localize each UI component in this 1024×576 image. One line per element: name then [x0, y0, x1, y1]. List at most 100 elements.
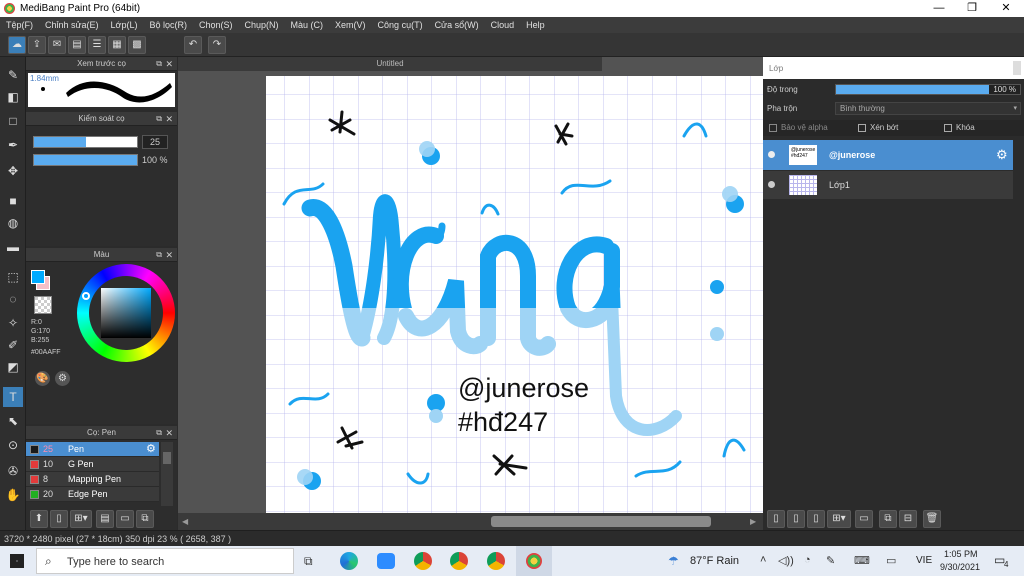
- text-tool-icon[interactable]: T: [3, 387, 23, 407]
- taskbar-search[interactable]: ⌕ Type here to search: [36, 548, 294, 574]
- lock-checkbox[interactable]: [944, 124, 952, 132]
- eyedropper-icon[interactable]: ✇: [3, 461, 23, 481]
- chevron-up-icon[interactable]: ˄: [760, 554, 766, 566]
- menu-color[interactable]: Màu (C): [291, 20, 324, 30]
- brush-list-icon[interactable]: ▤: [96, 510, 114, 528]
- folder-icon[interactable]: ▭: [116, 510, 134, 528]
- new-brush-icon[interactable]: ▯: [50, 510, 68, 528]
- detach-icon[interactable]: ⧉: [156, 248, 162, 262]
- minimize-button[interactable]: —: [922, 0, 956, 17]
- folder-icon[interactable]: ▭: [855, 510, 873, 528]
- rect-tool-icon[interactable]: □: [3, 111, 23, 131]
- panel-close-icon[interactable]: ✕: [165, 426, 173, 440]
- protect-alpha-checkbox[interactable]: [769, 124, 777, 132]
- layer-row[interactable]: Lớp1: [763, 171, 1013, 199]
- scroll-right-icon[interactable]: ▶: [750, 517, 756, 526]
- brush-size-slider[interactable]: [33, 136, 138, 148]
- detach-icon[interactable]: ⧉: [156, 57, 162, 71]
- keyboard-icon[interactable]: ⌨: [854, 554, 870, 567]
- medibang-taskbar-item[interactable]: [516, 546, 552, 576]
- grid-icon[interactable]: ▩: [128, 36, 146, 54]
- brush-tool-icon[interactable]: ✎: [3, 65, 23, 85]
- windows-start-icon[interactable]: [10, 554, 24, 568]
- clipping-checkbox[interactable]: [858, 124, 866, 132]
- primary-color-swatch[interactable]: [31, 270, 45, 284]
- duplicate-icon[interactable]: ⧉: [136, 510, 154, 528]
- grid-list-icon[interactable]: ▦: [108, 36, 126, 54]
- operation-tool-icon[interactable]: ⬉: [3, 411, 23, 431]
- select-pen-icon[interactable]: ✐: [3, 335, 23, 355]
- chrome-icon[interactable]: [414, 552, 432, 570]
- detach-icon[interactable]: ⧉: [156, 426, 162, 440]
- menu-file[interactable]: Tệp(F): [6, 20, 33, 30]
- undo-icon[interactable]: ↶: [184, 36, 202, 54]
- brush-list-item[interactable]: 20 Edge Pen: [26, 487, 159, 502]
- bucket-tool-icon[interactable]: ◍: [3, 213, 23, 233]
- eye-icon[interactable]: [768, 151, 775, 158]
- input-language[interactable]: VIE: [916, 555, 932, 566]
- layer-name[interactable]: @junerose: [829, 150, 875, 160]
- gear-icon[interactable]: ⚙: [146, 442, 156, 455]
- menu-layer[interactable]: Lớp(L): [111, 20, 138, 30]
- panel-close-icon[interactable]: ✕: [165, 112, 173, 126]
- hand-tool-icon[interactable]: ✋: [3, 485, 23, 505]
- menu-help[interactable]: Help: [526, 20, 545, 30]
- comment-icon[interactable]: ✉: [48, 36, 66, 54]
- lasso-tool-icon[interactable]: ◌: [3, 289, 23, 309]
- redo-icon[interactable]: ↷: [208, 36, 226, 54]
- brush-list-scrollbar[interactable]: [161, 442, 173, 506]
- page-icon[interactable]: ▤: [68, 36, 86, 54]
- scroll-thumb[interactable]: [491, 516, 711, 527]
- hue-handle[interactable]: [82, 292, 90, 300]
- menu-cloud[interactable]: Cloud: [491, 20, 515, 30]
- saturation-value-square[interactable]: [101, 288, 151, 338]
- new-layer-icon[interactable]: ▯: [767, 510, 785, 528]
- select-tool-icon[interactable]: ⬚: [3, 267, 23, 287]
- panel-close-icon[interactable]: ✕: [165, 57, 173, 71]
- eye-icon[interactable]: [768, 181, 775, 188]
- list-icon[interactable]: ☰: [88, 36, 106, 54]
- clock-time[interactable]: 1:05 PM: [944, 549, 978, 559]
- brush-size-value[interactable]: 25: [142, 135, 168, 149]
- layers-scroll-icon[interactable]: [1013, 61, 1021, 75]
- pen-workspace-icon[interactable]: ✎: [826, 554, 835, 567]
- palette-settings-icon[interactable]: ⚙: [55, 371, 70, 386]
- duplicate-layer-icon[interactable]: ⧉: [879, 510, 897, 528]
- transparent-swatch[interactable]: [34, 296, 52, 314]
- volume-icon[interactable]: ◁)): [778, 554, 794, 567]
- chrome-profile-icon[interactable]: [487, 552, 505, 570]
- palette-icon[interactable]: 🎨: [35, 371, 50, 386]
- brush-list-item[interactable]: 25 Pen ⚙: [26, 442, 159, 457]
- task-view-icon[interactable]: ⧉: [304, 554, 313, 569]
- edge-browser-icon[interactable]: [340, 552, 358, 570]
- zoom-app-icon[interactable]: [377, 553, 395, 569]
- select-eraser-icon[interactable]: ◩: [3, 357, 23, 377]
- new-halftone-layer-icon[interactable]: ▯: [787, 510, 805, 528]
- panel-close-icon[interactable]: ✕: [165, 248, 173, 262]
- gradient-tool-icon[interactable]: ▬: [3, 237, 23, 257]
- trash-icon[interactable]: 🗑: [923, 510, 941, 528]
- chrome-profile-icon[interactable]: [450, 552, 468, 570]
- menu-select[interactable]: Chọn(S): [199, 20, 233, 30]
- merge-layer-icon[interactable]: ⊟: [899, 510, 917, 528]
- network-icon[interactable]: ◔: [804, 554, 811, 566]
- menu-view[interactable]: Xem(V): [335, 20, 366, 30]
- close-button[interactable]: ✕: [989, 0, 1023, 17]
- drawing-canvas[interactable]: @junerose #hđ247: [266, 76, 763, 513]
- blend-mode-select[interactable]: Bình thường ▾: [835, 102, 1021, 115]
- weather-text[interactable]: 87°F Rain: [690, 555, 739, 567]
- brush-menu-icon[interactable]: ⊞▾: [70, 510, 92, 528]
- share-icon[interactable]: ⇪: [28, 36, 46, 54]
- menu-tools[interactable]: Công cụ(T): [378, 20, 423, 30]
- blur-tool-icon[interactable]: ⊙: [3, 435, 23, 455]
- pen-tool-icon[interactable]: ✒: [3, 135, 23, 155]
- menu-capture[interactable]: Chụp(N): [245, 20, 279, 30]
- clock-date[interactable]: 9/30/2021: [940, 562, 980, 572]
- brush-list-item[interactable]: 8 Mapping Pen: [26, 472, 159, 487]
- eraser-tool-icon[interactable]: ◧: [3, 87, 23, 107]
- layer-row[interactable]: @junerose #hđ247 @junerose ⚙: [763, 140, 1013, 170]
- menu-edit[interactable]: Chỉnh sửa(E): [45, 20, 99, 30]
- add-brush-icon[interactable]: ⬆: [30, 510, 48, 528]
- horizontal-scrollbar[interactable]: ◀ ▶: [178, 513, 763, 530]
- new-8bit-layer-icon[interactable]: ▯: [807, 510, 825, 528]
